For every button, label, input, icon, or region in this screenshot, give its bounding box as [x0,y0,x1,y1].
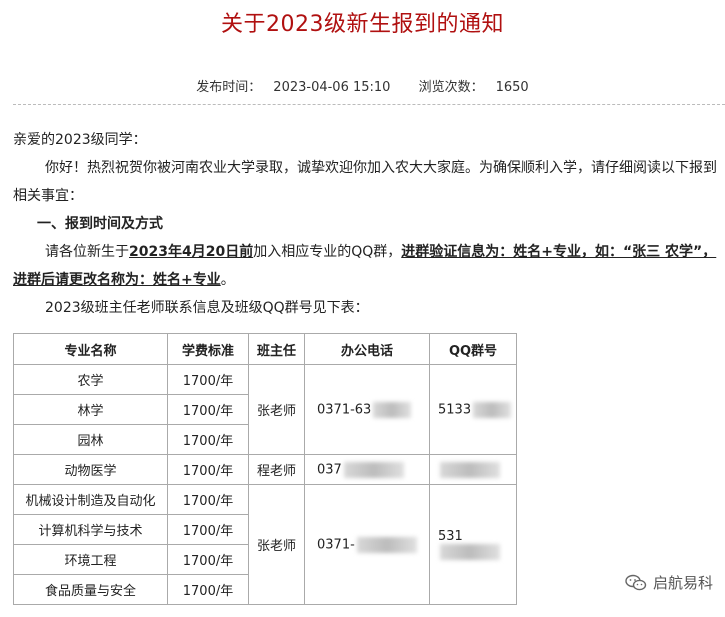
page-title: 关于2023级新生报到的通知 [221,12,504,37]
qq-cell [429,454,517,485]
section-heading: 一、报到时间及方式 [37,216,163,232]
major-cell: 食品质量与安全 [13,574,168,605]
phone-text: 037 [317,462,342,477]
header-phone: 办公电话 [304,333,430,365]
watermark-text: 启航易科 [652,574,713,592]
views-label: 浏览次数： [418,80,484,95]
redaction-blur [440,544,500,560]
fee-cell: 1700/年 [167,394,249,425]
views-value: 1650 [495,80,529,95]
redaction-blur [343,461,404,478]
para-mid: 加入相应专业的QQ群， [253,244,402,260]
phone-text: 0371-63 [317,402,372,417]
fee-cell: 1700/年 [167,514,249,545]
major-cell: 园林 [13,424,168,455]
para-pre: 请各位新生于 [45,244,129,260]
header-qq: QQ群号 [429,333,517,365]
header-teacher: 班主任 [248,333,305,365]
teacher-cell: 张老师 [248,484,305,605]
view-count: 浏览次数： 1650 [413,80,535,95]
article-body: 亲爱的2023级同学： 你好！热烈祝贺你被河南农业大学录取，诚挚欢迎你加入农大大… [13,126,723,322]
fee-cell: 1700/年 [167,364,249,395]
contact-table: 专业名称 学费标准 班主任 办公电话 QQ群号 农学 1700/年 张老师 03… [13,333,517,605]
fee-cell: 1700/年 [167,424,249,455]
deadline: 2023年4月20日前 [129,244,254,260]
header-fee: 学费标准 [167,333,249,365]
qq-cell: 531 [429,484,517,605]
fee-cell: 1700/年 [167,544,249,575]
redaction-blur [440,461,500,478]
phone-text: 0371- [317,537,355,552]
phone-cell: 0371- [304,484,430,605]
divider [13,104,725,105]
intro-paragraph: 你好！热烈祝贺你被河南农业大学录取，诚挚欢迎你加入农大大家庭。为确保顺利入学，请… [13,160,717,204]
qq-text: 5133 [438,402,472,417]
major-cell: 林学 [13,394,168,425]
major-cell: 计算机科学与技术 [13,514,168,545]
publish-label: 发布时间： [196,80,262,95]
para-end: 。 [220,272,235,288]
teacher-cell: 张老师 [248,364,305,455]
teacher-cell: 程老师 [248,454,305,485]
table-intro: 2023级班主任老师联系信息及班级QQ群号见下表： [45,300,369,316]
table-row: 动物医学 1700/年 程老师 037 [13,454,517,485]
greeting: 亲爱的2023级同学： [13,132,147,148]
qq-text: 531 [438,529,463,544]
table-header-row: 专业名称 学费标准 班主任 办公电话 QQ群号 [13,333,517,365]
qq-cell: 5133 [429,364,517,455]
major-cell: 环境工程 [13,544,168,575]
fee-cell: 1700/年 [167,454,249,485]
table-row: 农学 1700/年 张老师 0371-63 5133 [13,364,517,455]
publish-time: 发布时间： 2023-04-06 15:10 [190,80,396,95]
table-row: 机械设计制造及自动化 1700/年 张老师 0371- 531 [13,484,517,605]
fee-cell: 1700/年 [167,484,249,515]
redaction-blur [356,536,417,553]
redaction-blur [373,401,412,418]
instruction-paragraph: 请各位新生于2023年4月20日前加入相应专业的QQ群，进群验证信息为：姓名+专… [13,238,723,294]
major-cell: 机械设计制造及自动化 [13,484,168,515]
redaction-blur [473,401,512,418]
major-cell: 动物医学 [13,454,168,485]
fee-cell: 1700/年 [167,574,249,605]
article-meta: 发布时间： 2023-04-06 15:10 浏览次数： 1650 [0,76,725,95]
wechat-icon [625,574,647,592]
major-cell: 农学 [13,364,168,395]
publish-value: 2023-04-06 15:10 [273,80,391,95]
phone-cell: 037 [304,454,430,485]
header-major: 专业名称 [13,333,168,365]
watermark: 启航易科 [625,572,713,593]
phone-cell: 0371-63 [304,364,430,455]
